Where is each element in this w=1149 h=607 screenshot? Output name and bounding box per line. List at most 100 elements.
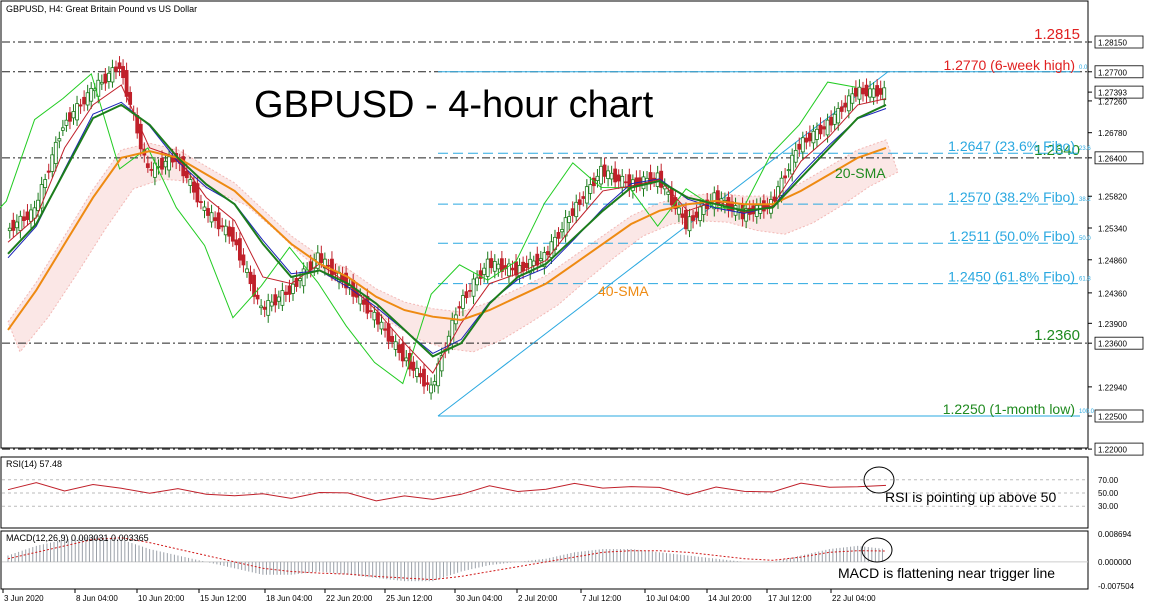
fibo-tag: 61.8	[1079, 277, 1091, 283]
candle-body	[829, 116, 834, 126]
candle-body	[797, 143, 802, 150]
candle-body	[857, 86, 862, 100]
time-axis-label: 15 Jun 12:00	[200, 594, 247, 603]
fibo-tag: 0.0	[1079, 65, 1088, 71]
candle-body	[623, 181, 628, 184]
candle-body	[461, 295, 465, 309]
candle-body	[538, 258, 543, 262]
candle-body	[32, 207, 37, 219]
time-axis-label: 25 Jun 12:00	[386, 594, 433, 603]
price-axis-label: 1.26400	[1098, 154, 1127, 163]
candle-body	[560, 229, 564, 233]
candle-body	[613, 168, 618, 183]
candle-body	[266, 300, 271, 316]
candle-body	[273, 294, 278, 306]
price-axis-label: 1.25820	[1098, 193, 1127, 202]
candle-body	[121, 66, 125, 79]
macd-header: MACD(12,26,9) 0.003031 0.003365	[6, 533, 149, 543]
candle-body	[800, 137, 805, 153]
candle-body	[7, 227, 12, 232]
fibo-tag: 23.6	[1079, 146, 1091, 152]
candle-body	[234, 239, 239, 246]
fibo-tag: 100.0	[1079, 409, 1095, 415]
candle-body	[276, 296, 281, 302]
candle-body	[415, 367, 419, 378]
candle-body	[241, 254, 246, 266]
candle-body	[464, 291, 469, 299]
candle-body	[680, 213, 685, 218]
candle-body	[418, 373, 423, 378]
time-axis-label: 10 Jun 20:00	[138, 594, 185, 603]
candle-body	[871, 88, 876, 98]
candle-body	[220, 225, 225, 228]
candle-body	[82, 96, 87, 105]
candle-body	[11, 219, 16, 231]
price-axis-label: 1.24360	[1098, 289, 1127, 298]
candle-body	[99, 81, 104, 85]
candle-body	[301, 268, 306, 287]
time-axis-label: 22 Jun 20:00	[326, 594, 373, 603]
candle-body	[227, 226, 232, 237]
time-axis-label: 18 Jun 04:00	[266, 594, 313, 603]
time-axis-label: 7 Jul 12:00	[582, 594, 622, 603]
candle-body	[432, 381, 437, 386]
candle-body	[117, 62, 122, 69]
level-label: 1.2360	[1034, 327, 1080, 344]
candle-body	[404, 357, 409, 362]
candle-body	[188, 179, 193, 186]
candle-body	[609, 172, 614, 180]
fibo-label: 1.2450 (61.8% Fibo)	[948, 269, 1075, 285]
candle-body	[652, 177, 657, 180]
candle-body	[602, 164, 607, 177]
candle-body	[595, 175, 600, 181]
candle-body	[457, 306, 462, 309]
time-axis-label: 2 Jul 20:00	[518, 594, 558, 603]
time-axis-label: 14 Jul 20:00	[708, 594, 752, 603]
candle-body	[818, 124, 823, 135]
fibo-label: 1.2250 (1-month low)	[943, 401, 1075, 417]
forex-chart: 1.28151.26401.2360 1.2770 (6-week high) 0…	[0, 0, 1144, 603]
candle-body	[436, 363, 441, 387]
candle-body	[124, 70, 129, 97]
candle-body	[390, 335, 395, 343]
candle-body	[50, 154, 55, 172]
candle-body	[839, 106, 844, 112]
candle-body	[60, 127, 65, 131]
candle-body	[545, 251, 550, 256]
candle-body	[861, 87, 865, 95]
candle-body	[284, 291, 288, 295]
candle-body	[425, 382, 430, 385]
fibo-tag: 38.2	[1079, 197, 1091, 203]
candle-body	[206, 208, 210, 216]
candle-body	[701, 204, 706, 215]
candle-body	[291, 283, 295, 294]
sma40-label: 40-SMA	[598, 283, 649, 299]
candle-body	[199, 201, 203, 203]
candle-body	[411, 361, 416, 371]
candle-body	[22, 216, 26, 221]
time-axis-label: 17 Jul 12:00	[768, 594, 812, 603]
candle-body	[733, 205, 738, 216]
fibo-tag: 50.0	[1079, 236, 1091, 242]
candle-body	[471, 278, 476, 297]
candle-body	[25, 211, 30, 220]
candle-body	[514, 261, 518, 276]
candle-body	[687, 216, 692, 232]
time-axis-label: 10 Jul 04:00	[646, 594, 690, 603]
candle-body	[878, 88, 883, 95]
candle-body	[287, 285, 292, 295]
candle-body	[209, 212, 214, 223]
candle-body	[429, 384, 433, 394]
candle-body	[567, 216, 572, 223]
price-axis-label: 1.22940	[1098, 383, 1127, 392]
candle-body	[822, 126, 826, 130]
candle-body	[807, 132, 812, 142]
candle-body	[237, 238, 242, 261]
candle-body	[106, 72, 111, 82]
rsi-header: RSI(14) 57.48	[6, 459, 62, 469]
candle-body	[64, 119, 69, 126]
price-axis-label: 1.27393	[1098, 89, 1127, 98]
candle-body	[383, 328, 387, 331]
candle-body	[698, 206, 703, 222]
candle-body	[248, 271, 253, 285]
